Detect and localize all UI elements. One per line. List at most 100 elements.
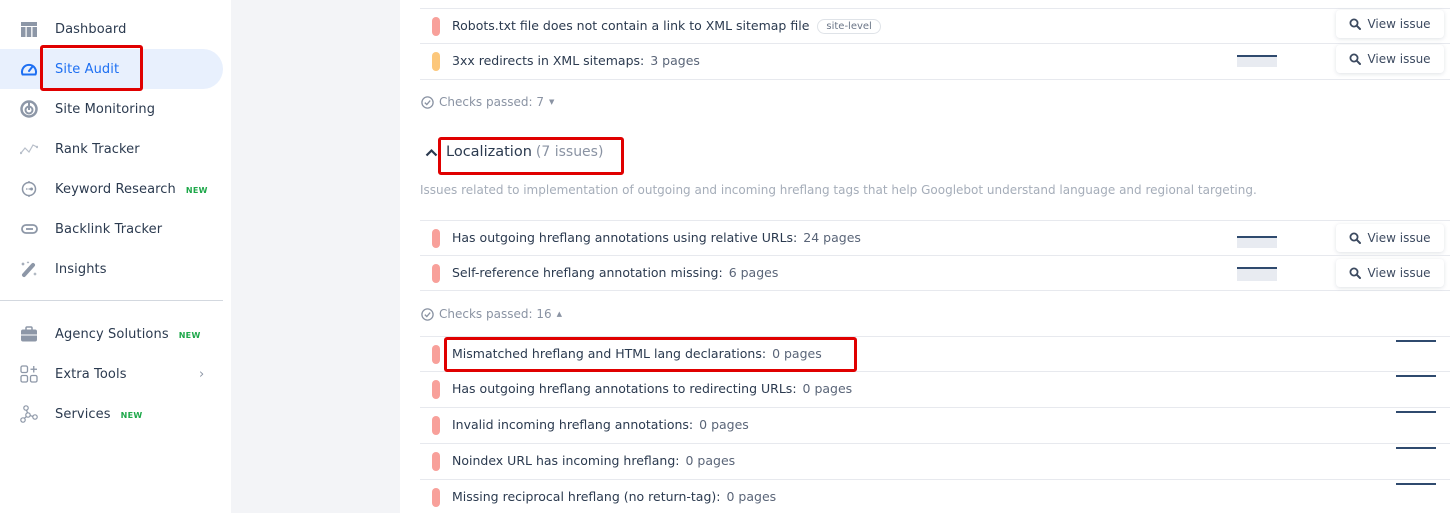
new-badge: NEW [120, 410, 143, 420]
radar-icon [20, 100, 38, 118]
issue-title: 3xx redirects in XML sitemaps: 3 pages [452, 53, 700, 68]
issue-title-text: Invalid incoming hreflang annotations: [452, 417, 694, 432]
severity-indicator-error [432, 488, 440, 507]
divider [420, 79, 1450, 80]
passed-check-row: Noindex URL has incoming hreflang: 0 page… [420, 443, 1450, 479]
sidebar-divider [0, 300, 223, 301]
issue-title: Self-reference hreflang annotation missi… [452, 265, 778, 280]
check-circle-icon [421, 307, 434, 321]
dashboard-icon [20, 20, 38, 38]
sidebar-item-label: Insights [55, 261, 107, 277]
search-icon [1349, 53, 1362, 65]
issue-count: 3 pages [650, 53, 700, 68]
section-description: Issues related to implementation of outg… [420, 183, 1257, 197]
sidebar-item-label: Services NEW [55, 407, 143, 422]
checks-passed-label: Checks passed: 7 [439, 95, 544, 109]
severity-indicator-error [432, 452, 440, 471]
sidebar-item-agency-solutions[interactable]: Agency Solutions NEW [0, 314, 223, 354]
sparkline-area [1237, 268, 1277, 281]
sidebar-item-site-audit[interactable]: Site Audit [0, 49, 223, 89]
issue-title-text: Mismatched hreflang and HTML lang declar… [452, 346, 767, 361]
sidebar-item-label: Site Monitoring [55, 101, 156, 117]
severity-indicator-warning [432, 52, 440, 71]
trend-sparkline [1396, 411, 1436, 413]
sidebar-item-services[interactable]: Services NEW [0, 394, 223, 434]
section-issue-count: (7 issues) [535, 144, 604, 160]
view-issue-button[interactable]: View issue [1336, 224, 1444, 252]
magic-wand-icon [20, 260, 38, 278]
site-level-tag: site-level [817, 19, 881, 34]
sidebar-item-site-monitoring[interactable]: Site Monitoring [0, 89, 223, 129]
issue-count: 6 pages [728, 265, 779, 280]
issue-title: Has outgoing hreflang annotations using … [452, 230, 861, 245]
keyword-icon [20, 180, 38, 198]
issue-title-text: Noindex URL has incoming hreflang: [452, 453, 680, 468]
briefcase-icon [20, 325, 38, 343]
search-icon [1349, 267, 1362, 279]
apps-plus-icon [20, 365, 38, 383]
trend-sparkline [1396, 447, 1436, 449]
checks-passed-toggle[interactable]: Checks passed: 16 ▲ [421, 307, 562, 321]
severity-indicator-error [432, 345, 440, 364]
chevron-up-icon [425, 148, 438, 156]
view-issue-label: View issue [1367, 231, 1431, 245]
section-header-localization[interactable]: Localization (7 issues) [425, 144, 603, 160]
sidebar-item-label: Dashboard [55, 21, 127, 37]
issue-title-text: Robots.txt file does not contain a link … [452, 18, 810, 33]
issue-title-text: Has outgoing hreflang annotations to red… [452, 381, 797, 396]
label-text: Keyword Research [55, 181, 176, 197]
view-issue-label: View issue [1367, 17, 1431, 31]
view-issue-button[interactable]: View issue [1336, 45, 1444, 73]
checks-passed-toggle[interactable]: Checks passed: 7 ▼ [421, 95, 554, 109]
view-issue-button[interactable]: View issue [1336, 10, 1444, 38]
trend-sparkline [1396, 375, 1436, 377]
sidebar-item-label: Keyword Research NEW [55, 182, 208, 197]
new-badge: NEW [178, 330, 201, 340]
issue-row: 3xx redirects in XML sitemaps: 3 pages Vi… [420, 43, 1450, 79]
trend-line-icon [20, 140, 38, 158]
issue-title: Invalid incoming hreflang annotations: 0 … [452, 417, 749, 432]
section-title: Localization [446, 144, 532, 160]
severity-indicator-error [432, 229, 440, 248]
issue-count: 0 pages [772, 346, 822, 361]
passed-check-row: Invalid incoming hreflang annotations: 0 … [420, 407, 1450, 443]
label-text: Services [55, 406, 111, 422]
label-text: Agency Solutions [55, 326, 169, 342]
sidebar-item-extra-tools[interactable]: Extra Tools › [0, 354, 223, 394]
severity-indicator-error [432, 17, 440, 36]
severity-indicator-error [432, 380, 440, 399]
view-issue-button[interactable]: View issue [1336, 259, 1444, 287]
issue-row: Robots.txt file does not contain a link … [420, 8, 1450, 43]
view-issue-label: View issue [1367, 52, 1431, 66]
sidebar-item-label: Agency Solutions NEW [55, 327, 201, 342]
issue-title: Robots.txt file does not contain a link … [452, 18, 881, 34]
severity-indicator-error [432, 416, 440, 435]
passed-check-row: Has outgoing hreflang annotations to red… [420, 371, 1450, 407]
sidebar-item-rank-tracker[interactable]: Rank Tracker [0, 129, 223, 169]
checks-passed-label: Checks passed: 16 [439, 307, 552, 321]
sidebar-item-keyword-research[interactable]: Keyword Research NEW [0, 169, 223, 209]
sparkline-area [1237, 237, 1277, 248]
issue-title: Noindex URL has incoming hreflang: 0 page… [452, 453, 735, 468]
main-content: Robots.txt file does not contain a link … [400, 0, 1450, 513]
sidebar-item-label: Rank Tracker [55, 141, 140, 157]
issue-title-text: Self-reference hreflang annotation missi… [452, 265, 723, 280]
issue-title: Missing reciprocal hreflang (no return-t… [452, 489, 776, 504]
issue-count: 24 pages [803, 230, 861, 245]
check-circle-icon [421, 95, 434, 109]
passed-check-row: Mismatched hreflang and HTML lang declar… [420, 336, 1450, 372]
issue-count: 0 pages [802, 381, 853, 396]
caret-down-icon: ▼ [548, 98, 555, 106]
issue-row: Self-reference hreflang annotation missi… [420, 255, 1450, 291]
issue-count: 0 pages [685, 453, 736, 468]
trend-sparkline [1237, 236, 1277, 248]
sidebar-item-dashboard[interactable]: Dashboard [0, 9, 223, 49]
gauge-icon [20, 60, 38, 78]
sidebar-item-backlink-tracker[interactable]: Backlink Tracker [0, 209, 223, 249]
issue-title-text: Missing reciprocal hreflang (no return-t… [452, 489, 721, 504]
issue-count: 0 pages [726, 489, 777, 504]
view-issue-label: View issue [1367, 266, 1431, 280]
severity-indicator-error [432, 264, 440, 283]
issue-title: Has outgoing hreflang annotations to red… [452, 381, 852, 396]
sidebar-item-insights[interactable]: Insights [0, 249, 223, 289]
